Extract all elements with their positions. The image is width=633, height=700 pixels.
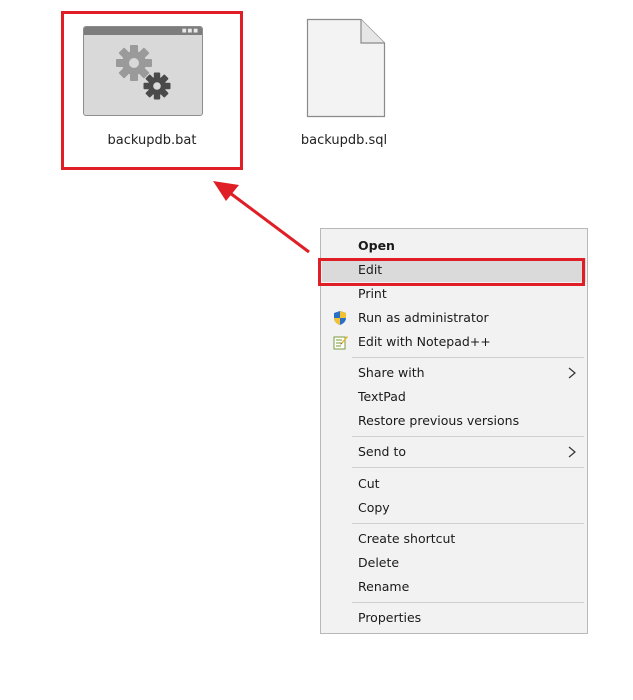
menu-item-label: Create shortcut xyxy=(358,531,456,546)
menu-item-cut[interactable]: Cut xyxy=(322,472,586,496)
menu-separator xyxy=(352,523,584,524)
notepad-plus-plus-icon xyxy=(333,336,348,350)
menu-item-delete[interactable]: Delete xyxy=(322,551,586,575)
menu-item-edit-with-notepad-plus-plus[interactable]: Edit with Notepad++ xyxy=(322,330,586,354)
menu-item-copy[interactable]: Copy xyxy=(322,496,586,520)
uac-shield-icon xyxy=(334,311,346,325)
menu-item-label: TextPad xyxy=(358,389,406,404)
menu-item-label: Share with xyxy=(358,365,425,380)
menu-item-run-as-administrator[interactable]: Run as administrator xyxy=(322,306,586,330)
menu-separator xyxy=(352,602,584,603)
menu-item-label: Delete xyxy=(358,555,400,570)
context-menu: Open Edit Print Run as administrator Edi… xyxy=(320,228,588,634)
menu-item-label: Copy xyxy=(358,500,390,515)
menu-item-label: Run as administrator xyxy=(358,310,489,325)
menu-item-label: Edit with Notepad++ xyxy=(358,334,491,349)
menu-item-send-to[interactable]: Send to xyxy=(322,440,586,464)
menu-item-rename[interactable]: Rename xyxy=(322,575,586,599)
menu-item-create-shortcut[interactable]: Create shortcut xyxy=(322,527,586,551)
menu-item-label: Properties xyxy=(358,610,422,625)
menu-item-share-with[interactable]: Share with xyxy=(322,361,586,385)
menu-item-label: Restore previous versions xyxy=(358,413,520,428)
menu-separator xyxy=(352,436,584,437)
chevron-right-icon xyxy=(568,446,576,458)
menu-item-label: Rename xyxy=(358,579,410,594)
menu-item-print[interactable]: Print xyxy=(322,282,586,306)
menu-item-edit[interactable]: Edit xyxy=(322,258,586,282)
menu-item-label: Open xyxy=(358,238,395,253)
menu-item-properties[interactable]: Properties xyxy=(322,606,586,630)
chevron-right-icon xyxy=(568,367,576,379)
menu-item-restore-previous-versions[interactable]: Restore previous versions xyxy=(322,409,586,433)
menu-separator xyxy=(352,357,584,358)
menu-item-textpad[interactable]: TextPad xyxy=(322,385,586,409)
menu-item-label: Edit xyxy=(358,262,383,277)
menu-item-label: Print xyxy=(358,286,387,301)
menu-item-label: Cut xyxy=(358,476,380,491)
menu-item-open[interactable]: Open xyxy=(322,234,586,258)
menu-item-label: Send to xyxy=(358,444,407,459)
menu-separator xyxy=(352,467,584,468)
